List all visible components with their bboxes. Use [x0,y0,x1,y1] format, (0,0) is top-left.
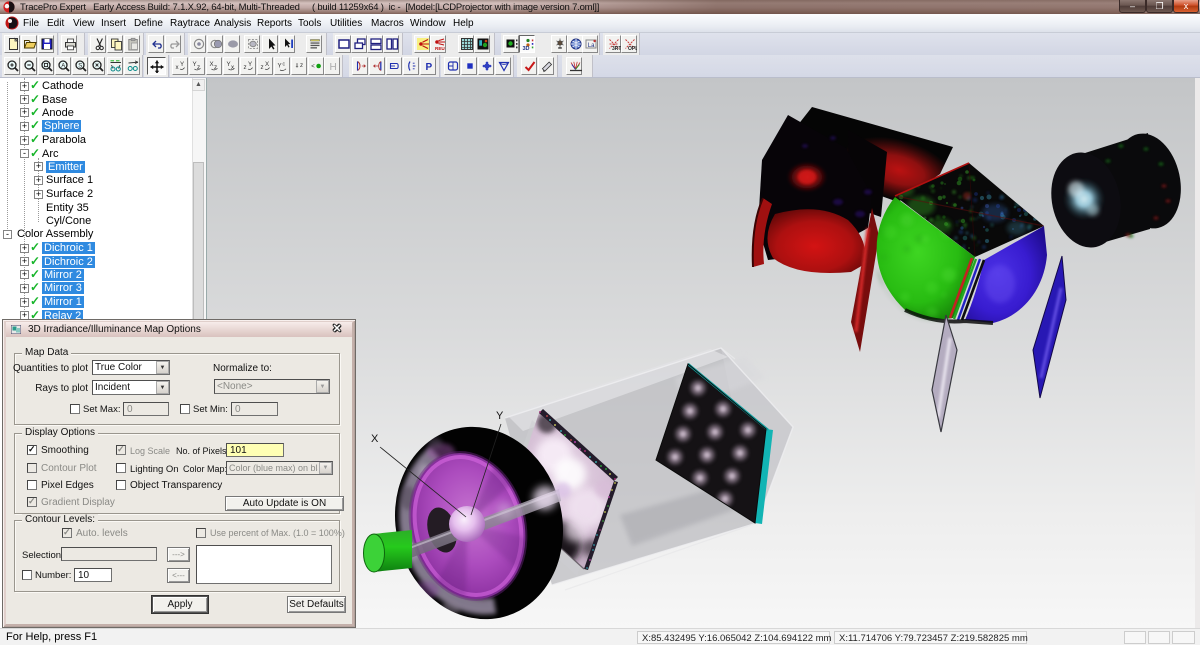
svg-text:Y: Y [496,410,504,422]
svg-text:La: La [588,43,595,49]
svg-text:˂: ˂ [311,64,315,70]
svg-text:H: H [330,62,337,73]
svg-text:X: X [265,61,269,68]
svg-text:⇓: ⇓ [295,63,300,70]
svg-text:3D: 3D [523,46,530,51]
svg-text:z: z [244,64,247,71]
svg-text:c: c [283,62,286,68]
svg-text:Y: Y [278,63,282,70]
svg-text:3RT: 3RT [612,46,621,51]
svg-text:P: P [426,62,433,73]
svg-text:z: z [261,64,264,71]
svg-text:A: A [61,63,65,69]
svg-text:x: x [176,64,180,71]
svg-text:S: S [78,63,82,69]
svg-text:z: z [300,62,303,69]
svg-text:Y: Y [248,61,252,68]
svg-text:REU: REU [435,46,445,51]
svg-text:OPL: OPL [628,46,637,51]
svg-text:X: X [371,433,379,445]
svg-text:Y: Y [180,61,184,68]
